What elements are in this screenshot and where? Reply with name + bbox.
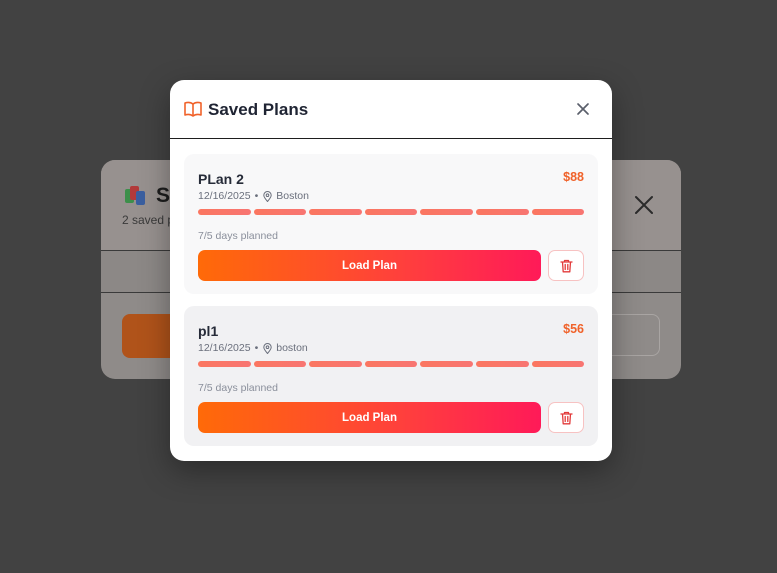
location-pin-icon — [263, 342, 272, 354]
books-icon — [125, 186, 147, 206]
day-bar — [364, 361, 418, 367]
plan-date: 12/16/2025 — [198, 190, 251, 202]
day-bar — [198, 361, 251, 367]
day-bar — [253, 361, 307, 367]
modal-title: Saved Plans — [208, 100, 309, 119]
plan-location: boston — [276, 342, 308, 354]
load-plan-button[interactable]: Load Plan — [198, 250, 541, 281]
close-icon[interactable] — [576, 102, 590, 116]
meta-separator: • — [254, 190, 259, 202]
close-icon[interactable] — [633, 194, 655, 216]
plan-card: PLan 2 $88 12/16/2025 • Boston 7/5 days … — [184, 154, 598, 294]
plan-meta: 12/16/2025 • boston — [198, 342, 308, 354]
delete-plan-button[interactable] — [548, 402, 584, 433]
plan-price: $56 — [563, 322, 584, 336]
plan-name: PLan 2 — [198, 171, 244, 187]
day-bar — [420, 209, 473, 215]
plan-list: PLan 2 $88 12/16/2025 • Boston 7/5 days … — [184, 154, 598, 458]
day-progress — [198, 209, 585, 215]
background-modal-subtitle: 2 saved p — [122, 213, 175, 227]
plan-price: $88 — [563, 170, 584, 184]
day-bar — [420, 361, 473, 367]
day-bar — [253, 209, 307, 215]
day-bar — [198, 209, 251, 215]
day-bar — [475, 361, 529, 367]
day-bar — [475, 209, 529, 215]
saved-plans-modal: Saved Plans PLan 2 $88 12/16/2025 • Bost… — [170, 80, 612, 461]
plan-location: Boston — [276, 190, 309, 202]
location-pin-icon — [263, 190, 272, 202]
day-bar — [531, 361, 585, 367]
meta-separator: • — [254, 342, 259, 354]
day-progress — [198, 361, 585, 367]
plan-status: 7/5 days planned — [198, 382, 278, 394]
delete-plan-button[interactable] — [548, 250, 584, 281]
day-bar — [531, 209, 585, 215]
trash-icon — [559, 411, 573, 424]
day-bar — [364, 209, 418, 215]
plan-status: 7/5 days planned — [198, 230, 278, 242]
plan-meta: 12/16/2025 • Boston — [198, 190, 309, 202]
book-open-icon — [184, 101, 202, 117]
day-bar — [309, 361, 362, 367]
plan-date: 12/16/2025 — [198, 342, 251, 354]
day-bar — [309, 209, 362, 215]
trash-icon — [559, 259, 573, 272]
modal-header: Saved Plans — [170, 80, 612, 139]
plan-name: pl1 — [198, 323, 219, 339]
load-plan-button[interactable]: Load Plan — [198, 402, 541, 433]
plan-card: pl1 $56 12/16/2025 • boston 7/5 days pla… — [184, 306, 598, 446]
